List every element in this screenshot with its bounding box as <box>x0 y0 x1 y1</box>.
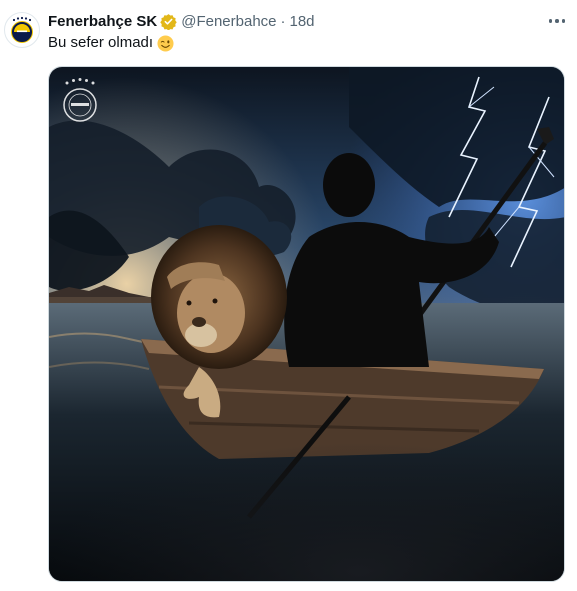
dot-icon <box>548 19 553 23</box>
dot-icon <box>561 19 566 23</box>
winking-face-emoji-icon <box>157 34 174 52</box>
tweet-media-image[interactable] <box>48 66 565 582</box>
user-handle[interactable]: @Fenerbahce <box>181 13 276 30</box>
verified-badge-icon <box>160 13 177 30</box>
timestamp[interactable]: 18d <box>290 13 315 30</box>
separator-dot: · <box>280 12 286 30</box>
more-options-button[interactable] <box>546 12 568 30</box>
avatar[interactable] <box>4 12 40 48</box>
lion-and-silhouette-in-boat-artwork <box>49 67 564 581</box>
display-name[interactable]: Fenerbahçe SK <box>48 13 157 30</box>
tweet-header: Fenerbahçe SK @Fenerbahce · 18d <box>48 11 315 31</box>
tweet-card: Fenerbahçe SK @Fenerbahce · 18d Bu sefer… <box>0 0 577 591</box>
dot-icon <box>555 19 559 23</box>
fenerbahce-crest-icon <box>11 16 33 43</box>
tweet-text: Bu sefer olmadı <box>48 33 174 53</box>
tweet-text-content: Bu sefer olmadı <box>48 34 154 51</box>
